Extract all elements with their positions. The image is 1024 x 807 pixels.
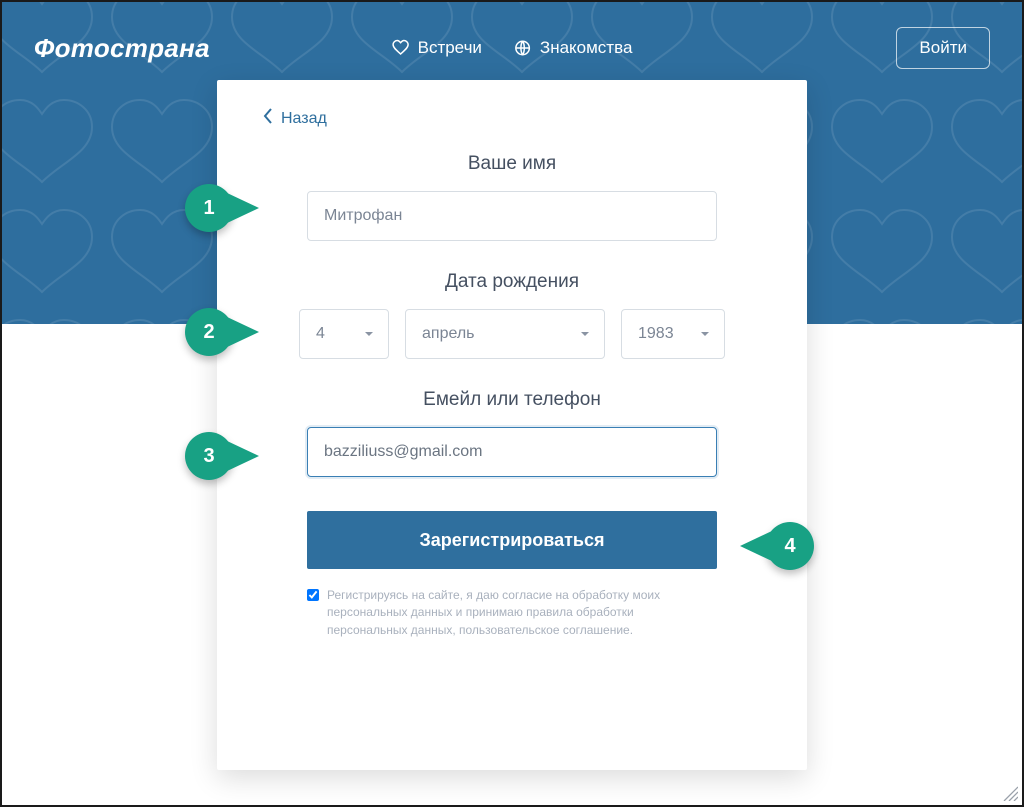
dob-day-value: 4 (316, 325, 325, 343)
dob-year-select[interactable]: 1983 (621, 309, 725, 359)
register-button[interactable]: Зарегистрироваться (307, 511, 717, 569)
consent-text: Регистрируясь на сайте, я даю согласие н… (327, 587, 717, 639)
consent-row: Регистрируясь на сайте, я даю согласие н… (307, 587, 717, 639)
name-label: Ваше имя (263, 153, 761, 175)
dob-label: Дата рождения (263, 271, 761, 293)
name-input[interactable] (307, 191, 717, 241)
top-bar: Фотострана Встречи Знакомства Войти (2, 2, 1022, 72)
chevron-left-icon (263, 108, 273, 129)
nav-meet-label: Встречи (418, 38, 482, 58)
contact-label: Емейл или телефон (263, 389, 761, 411)
back-label: Назад (281, 110, 327, 128)
chevron-down-icon (580, 329, 590, 339)
logo[interactable]: Фотострана (34, 33, 210, 64)
back-link[interactable]: Назад (263, 108, 761, 129)
dob-month-select[interactable]: апрель (405, 309, 605, 359)
nav-meet[interactable]: Встречи (392, 38, 482, 58)
registration-card: Назад Ваше имя Дата рождения 4 апрель 19… (217, 80, 807, 770)
top-nav: Встречи Знакомства (392, 38, 633, 58)
contact-input[interactable] (307, 427, 717, 477)
nav-dating-label: Знакомства (540, 38, 632, 58)
heart-icon (392, 39, 410, 57)
app-frame: Фотострана Встречи Знакомства Войти (0, 0, 1024, 807)
globe-icon (514, 39, 532, 57)
login-button[interactable]: Войти (896, 27, 990, 69)
nav-dating[interactable]: Знакомства (514, 38, 632, 58)
consent-checkbox[interactable] (307, 589, 319, 601)
dob-row: 4 апрель 1983 (263, 309, 761, 359)
chevron-down-icon (364, 329, 374, 339)
chevron-down-icon (700, 329, 710, 339)
dob-month-value: апрель (422, 325, 475, 343)
dob-year-value: 1983 (638, 325, 674, 343)
resize-corner-icon (1000, 783, 1018, 801)
dob-day-select[interactable]: 4 (299, 309, 389, 359)
